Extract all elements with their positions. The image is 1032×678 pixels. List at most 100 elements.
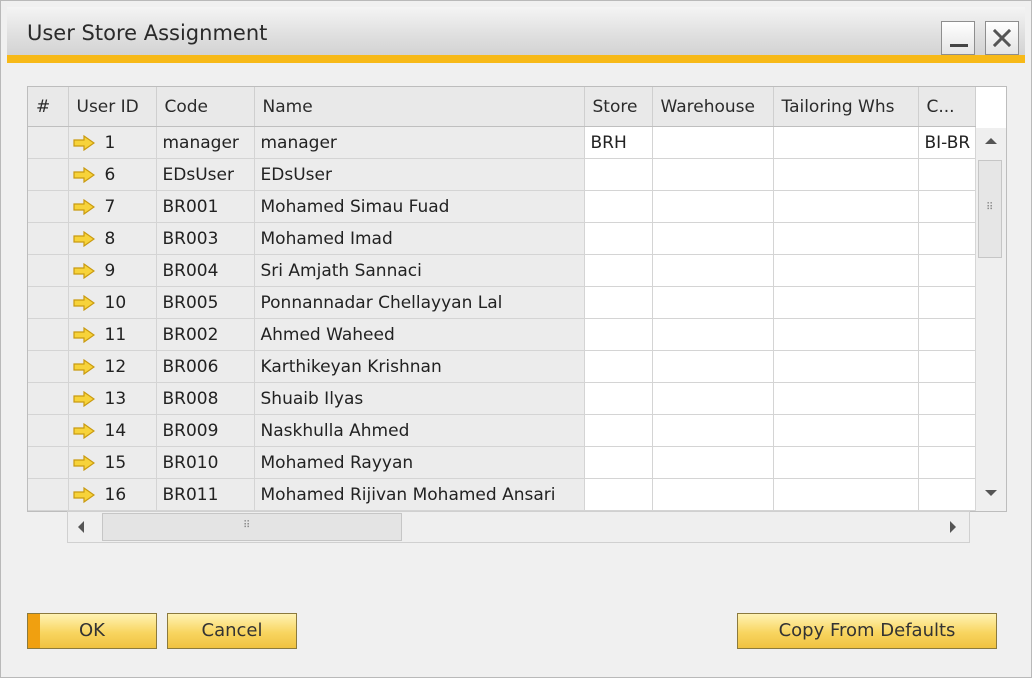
warehouse-cell[interactable] [652,350,774,383]
store-cell[interactable] [584,382,653,415]
column-header-store[interactable]: Store [584,87,653,127]
horizontal-scroll-thumb[interactable]: ⠿ [102,513,402,541]
c-cell[interactable] [918,414,976,447]
store-cell[interactable] [584,350,653,383]
column-header-code[interactable]: Code [156,87,255,127]
store-cell[interactable] [584,318,653,351]
horizontal-scrollbar[interactable]: ⠿ [67,511,970,543]
c-cell[interactable] [918,222,976,255]
link-arrow-icon[interactable] [72,358,95,375]
link-arrow-icon[interactable] [72,198,95,215]
table-row[interactable]: 12 BR006 Karthikeyan Krishnan [28,350,976,383]
link-arrow-icon[interactable] [72,134,95,151]
c-cell[interactable] [918,446,976,479]
table-row[interactable]: 16 BR011 Mohamed Rijivan Mohamed Ansari [28,478,976,511]
store-cell[interactable]: BRH [584,126,653,159]
close-button[interactable] [985,21,1019,55]
store-cell[interactable] [584,478,653,511]
tailoring-whs-cell[interactable] [773,350,919,383]
tailoring-whs-cell[interactable] [773,382,919,415]
tailoring-whs-cell[interactable] [773,286,919,319]
scroll-left-arrow-icon[interactable] [76,520,86,534]
table-row[interactable]: 13 BR008 Shuaib Ilyas [28,382,976,415]
c-cell[interactable] [918,158,976,191]
link-arrow-icon[interactable] [72,486,95,503]
scroll-down-arrow-icon[interactable] [984,488,998,498]
store-cell[interactable] [584,254,653,287]
table-row[interactable]: 1 manager manager BRH BI-BR [28,126,976,159]
store-cell[interactable] [584,190,653,223]
store-cell[interactable] [584,286,653,319]
minimize-button[interactable] [941,21,975,55]
user-id-value: 9 [104,260,116,281]
table-row[interactable]: 8 BR003 Mohamed Imad [28,222,976,255]
vertical-scroll-thumb[interactable]: ⠿ [978,160,1002,258]
warehouse-cell[interactable] [652,318,774,351]
c-cell[interactable] [918,254,976,287]
cancel-button[interactable]: Cancel [167,613,297,649]
warehouse-cell[interactable] [652,286,774,319]
title-bar[interactable]: User Store Assignment [7,7,1025,57]
warehouse-cell[interactable] [652,382,774,415]
tailoring-whs-cell[interactable] [773,190,919,223]
c-cell[interactable] [918,318,976,351]
store-cell[interactable] [584,158,653,191]
tailoring-whs-cell[interactable] [773,222,919,255]
tailoring-whs-cell[interactable] [773,414,919,447]
scroll-up-arrow-icon[interactable] [984,136,998,146]
tailoring-whs-cell[interactable] [773,126,919,159]
column-header-row-number[interactable]: # [28,87,69,127]
tailoring-whs-cell[interactable] [773,158,919,191]
warehouse-cell[interactable] [652,126,774,159]
c-cell[interactable] [918,382,976,415]
store-cell[interactable] [584,222,653,255]
c-cell[interactable]: BI-BR [918,126,976,159]
table-row[interactable]: 9 BR004 Sri Amjath Sannaci [28,254,976,287]
c-cell[interactable] [918,286,976,319]
table-row[interactable]: 14 BR009 Naskhulla Ahmed [28,414,976,447]
name-cell: Mohamed Rijivan Mohamed Ansari [254,478,585,511]
table-row[interactable]: 7 BR001 Mohamed Simau Fuad [28,190,976,223]
table-row[interactable]: 11 BR002 Ahmed Waheed [28,318,976,351]
warehouse-cell[interactable] [652,478,774,511]
link-arrow-icon[interactable] [72,422,95,439]
link-arrow-icon[interactable] [72,230,95,247]
code-cell: BR003 [156,222,255,255]
link-arrow-icon[interactable] [72,326,95,343]
column-header-tailoring-whs[interactable]: Tailoring Whs [773,87,919,127]
table-row[interactable]: 15 BR010 Mohamed Rayyan [28,446,976,479]
table-row[interactable]: 10 BR005 Ponnannadar Chellayyan Lal [28,286,976,319]
tailoring-whs-cell[interactable] [773,478,919,511]
link-arrow-icon[interactable] [72,454,95,471]
link-arrow-icon[interactable] [72,262,95,279]
c-cell[interactable] [918,350,976,383]
store-cell[interactable] [584,414,653,447]
copy-from-defaults-button[interactable]: Copy From Defaults [737,613,997,649]
warehouse-cell[interactable] [652,254,774,287]
tailoring-whs-cell[interactable] [773,446,919,479]
column-header-name[interactable]: Name [254,87,585,127]
store-cell[interactable] [584,446,653,479]
link-arrow-icon[interactable] [72,294,95,311]
warehouse-cell[interactable] [652,414,774,447]
c-cell[interactable] [918,478,976,511]
tailoring-whs-cell[interactable] [773,318,919,351]
column-header-c[interactable]: C... [918,87,976,127]
ok-button[interactable]: OK [27,613,157,649]
column-header-user-id[interactable]: User ID [68,87,157,127]
link-arrow-icon[interactable] [72,166,95,183]
header-row: # User ID Code Name Store Warehouse Tail… [28,87,976,127]
scroll-right-arrow-icon[interactable] [948,520,958,534]
link-arrow-icon[interactable] [72,390,95,407]
warehouse-cell[interactable] [652,158,774,191]
vertical-scrollbar[interactable]: ⠿ [975,128,1006,511]
warehouse-cell[interactable] [652,222,774,255]
user-id-cell: 11 [68,318,157,351]
tailoring-whs-cell[interactable] [773,254,919,287]
name-cell: Karthikeyan Krishnan [254,350,585,383]
column-header-warehouse[interactable]: Warehouse [652,87,774,127]
c-cell[interactable] [918,190,976,223]
warehouse-cell[interactable] [652,190,774,223]
warehouse-cell[interactable] [652,446,774,479]
table-row[interactable]: 6 EDsUser EDsUser [28,158,976,191]
